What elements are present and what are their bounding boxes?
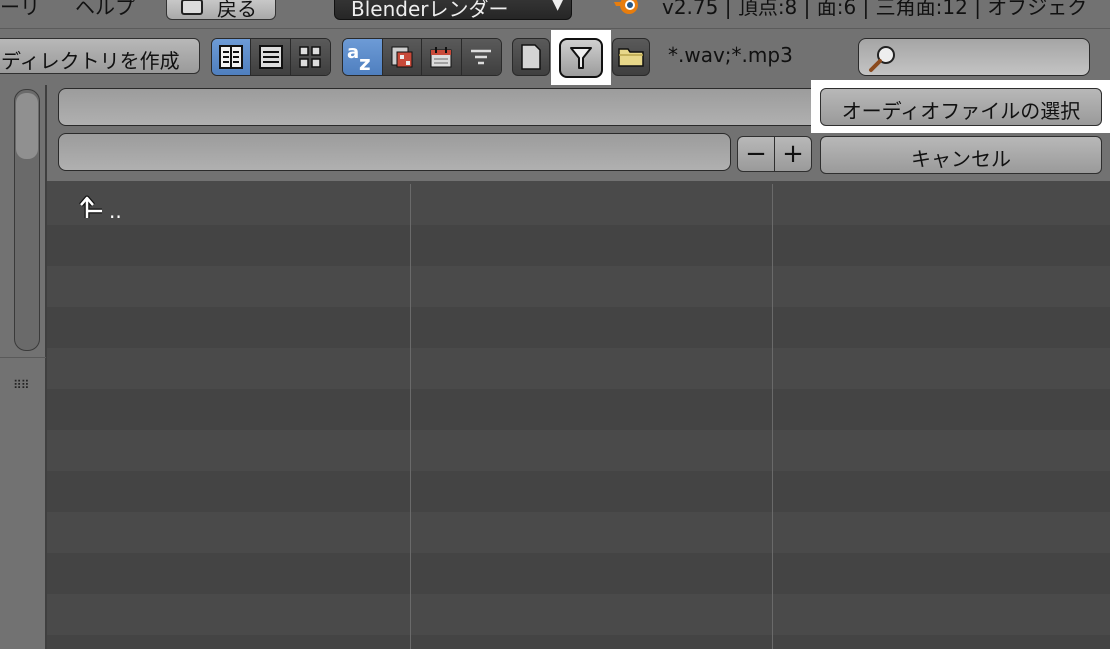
sort-time-button[interactable] xyxy=(422,39,462,75)
increment-filename-button[interactable]: + xyxy=(774,136,812,172)
file-name-field[interactable] xyxy=(58,133,731,171)
funnel-icon xyxy=(570,47,592,69)
blender-logo-icon xyxy=(614,0,638,14)
back-button[interactable]: 戻る xyxy=(166,0,276,21)
column-separator xyxy=(410,184,411,649)
svg-text:a: a xyxy=(347,42,359,63)
scene-stats: v2.75 | 頂点:8 | 面:6 | 三角面:12 | オブジェク xyxy=(662,0,1088,19)
display-mode-group xyxy=(211,38,331,76)
thumbnails-icon xyxy=(299,46,322,68)
long-list-icon xyxy=(258,45,283,69)
create-directory-button[interactable]: ディレクトリを作成 xyxy=(0,38,200,74)
parent-directory-entry[interactable]: .. xyxy=(78,193,122,221)
search-field[interactable] xyxy=(858,38,1090,76)
panel-divider xyxy=(0,357,46,358)
dropdown-arrow-icon: ▼ xyxy=(552,0,563,13)
sort-mode-group: a z xyxy=(342,38,502,76)
hide-dot-files-button[interactable] xyxy=(512,38,550,76)
menu-help[interactable]: ヘルプ xyxy=(75,0,135,20)
bookmarks-scrollbar-thumb[interactable] xyxy=(16,93,38,159)
sort-time-icon xyxy=(430,47,452,68)
select-audio-file-label: オーディオファイルの選択 xyxy=(841,99,1081,123)
menu-item-previous[interactable]: ーリ xyxy=(0,0,40,20)
create-directory-label: ディレクトリを作成 xyxy=(1,49,180,73)
display-thumbnails-button[interactable] xyxy=(290,39,330,75)
display-long-list-button[interactable] xyxy=(251,39,291,75)
column-separator xyxy=(772,184,773,649)
sort-ext-icon xyxy=(391,46,413,68)
sort-size-icon xyxy=(471,49,492,65)
display-short-list-button[interactable] xyxy=(212,39,252,75)
filter-glob-text[interactable]: *.wav;*.mp3 xyxy=(668,43,793,67)
back-button-label: 戻る xyxy=(217,0,257,21)
cancel-button-label: キャンセル xyxy=(911,147,1011,171)
parent-directory-label: .. xyxy=(109,199,122,223)
search-icon xyxy=(869,46,895,72)
info-header: ーリ ヘルプ 戻る Blenderレンダー ▼ v2.75 | 頂点:8 | 面… xyxy=(0,0,1110,29)
render-engine-dropdown[interactable]: Blenderレンダー ▼ xyxy=(334,0,572,21)
back-icon xyxy=(181,0,203,15)
render-engine-label: Blenderレンダー xyxy=(351,0,509,21)
panel-resize-grip-icon[interactable]: ⠿⠿ xyxy=(13,378,30,392)
svg-text:z: z xyxy=(359,51,371,72)
parent-directory-icon xyxy=(79,195,102,218)
cancel-button[interactable]: キャンセル xyxy=(820,136,1102,174)
select-audio-file-button[interactable]: オーディオファイルの選択 xyxy=(820,88,1102,126)
folder-icon xyxy=(618,48,644,67)
short-list-icon xyxy=(219,45,244,69)
sort-extension-button[interactable] xyxy=(382,39,422,75)
decrement-filename-button[interactable]: − xyxy=(737,136,775,172)
sort-alpha-icon: a z xyxy=(347,42,371,72)
file-list[interactable] xyxy=(47,184,1110,649)
sort-alphabetical-button[interactable]: a z xyxy=(343,39,383,75)
filter-files-button[interactable] xyxy=(559,38,603,78)
sort-size-button[interactable] xyxy=(461,39,501,75)
file-icon xyxy=(521,44,541,70)
filter-folders-button[interactable] xyxy=(612,38,650,76)
